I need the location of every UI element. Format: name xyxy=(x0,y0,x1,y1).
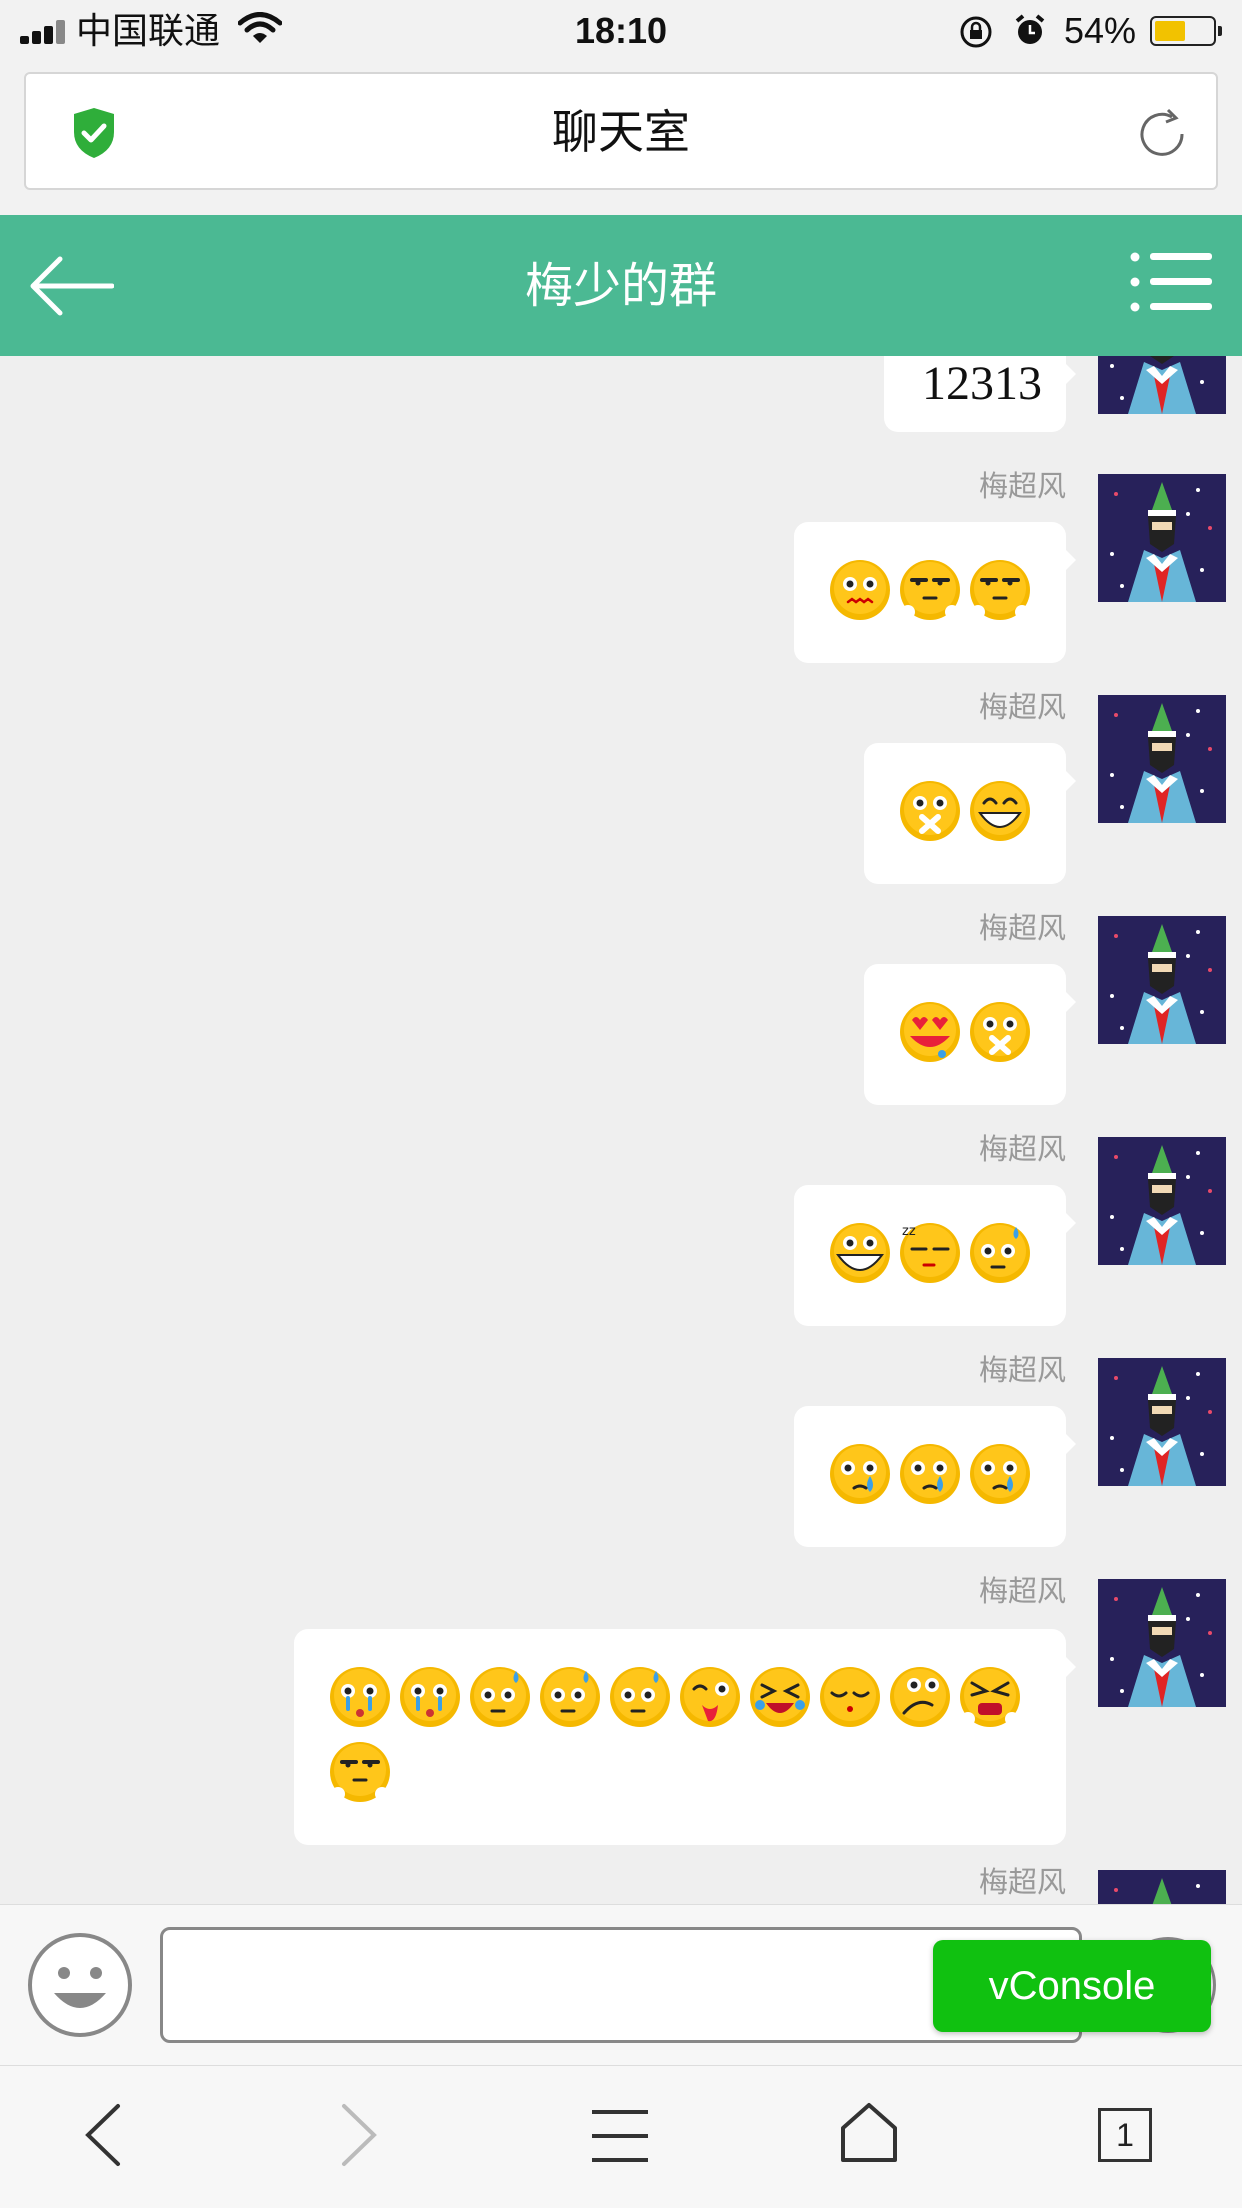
menu-icon[interactable] xyxy=(1130,251,1212,313)
emoji-confused-icon xyxy=(888,1665,952,1734)
svg-text:zz: zz xyxy=(902,1224,916,1239)
sender-avatar[interactable] xyxy=(1098,1870,1226,1904)
emoji-sweat-icon xyxy=(538,1665,602,1734)
emoji-sweat-icon xyxy=(968,1221,1032,1290)
sender-name: 梅超风 xyxy=(978,1355,1066,1387)
chat-message-list[interactable]: 12313 梅超风 梅超风 梅超风 梅超风 zz 梅超风 梅超风 梅超风 xyxy=(0,356,1242,1904)
sender-avatar[interactable] xyxy=(1098,1137,1226,1265)
back-icon[interactable] xyxy=(80,2100,126,2170)
group-title: 梅少的群 xyxy=(524,260,717,313)
page-title: 聊天室 xyxy=(552,106,690,158)
emoji-love-drool-icon xyxy=(898,1000,962,1069)
emoji-grin-big-icon xyxy=(828,1221,892,1290)
emoji-sleepy-icon: zz xyxy=(898,1221,962,1290)
emoji-tear-icon xyxy=(828,1442,892,1511)
sender-avatar[interactable] xyxy=(1098,1579,1226,1707)
message-bubble[interactable] xyxy=(794,1406,1076,1547)
emoji-row: zz xyxy=(794,1185,1066,1326)
emoji-row xyxy=(294,1629,1066,1845)
message-bubble[interactable]: zz xyxy=(794,1185,1076,1326)
sender-name: 梅超风 xyxy=(978,1134,1066,1166)
emoji-sweat-icon xyxy=(608,1665,672,1734)
sender-name: 梅超风 xyxy=(978,1576,1066,1608)
battery-icon xyxy=(1150,16,1222,46)
sender-name: 梅超风 xyxy=(978,1867,1066,1899)
emoji-row xyxy=(794,522,1066,663)
emoji-angry-icon xyxy=(958,1665,1022,1734)
emoji-grin-icon xyxy=(968,779,1032,848)
sender-avatar[interactable] xyxy=(1098,695,1226,823)
sender-name: 梅超风 xyxy=(978,692,1066,724)
browser-address-bar: 聊天室 xyxy=(0,62,1242,215)
emoji-row xyxy=(794,1406,1066,1547)
clock: 18:10 xyxy=(574,10,668,51)
menu-icon[interactable] xyxy=(590,2108,650,2164)
message-bubble[interactable]: 12313 xyxy=(884,356,1076,432)
emoji-shush-icon xyxy=(968,1000,1032,1069)
emoji-shush-icon xyxy=(898,779,962,848)
chat-header: 梅少的群 xyxy=(0,215,1242,356)
emoji-smug-icon xyxy=(898,558,962,627)
battery-percent: 54% xyxy=(1064,10,1137,51)
sender-avatar[interactable] xyxy=(1098,356,1226,414)
reload-icon[interactable] xyxy=(1132,104,1192,164)
message-bubble[interactable] xyxy=(794,522,1076,663)
status-bar: 中国联通 18:10 54% xyxy=(0,0,1242,62)
emoji-squint-icon xyxy=(818,1665,882,1734)
emoji-tear-icon xyxy=(898,1442,962,1511)
emoji-cry-icon xyxy=(398,1665,462,1734)
sender-avatar[interactable] xyxy=(1098,474,1226,602)
emoji-row xyxy=(864,743,1066,884)
tabs-icon[interactable]: 1 xyxy=(1098,2108,1152,2162)
sender-avatar[interactable] xyxy=(1098,1358,1226,1486)
browser-toolbar: 1 xyxy=(0,2066,1242,2208)
sender-name: 梅超风 xyxy=(978,471,1066,503)
home-icon[interactable] xyxy=(840,2102,898,2164)
smiley-icon[interactable] xyxy=(26,1931,134,2039)
emoji-sweat-icon xyxy=(468,1665,532,1734)
rotation-lock-icon xyxy=(960,16,992,48)
message-text: 12313 xyxy=(922,357,1042,410)
forward-icon[interactable] xyxy=(336,2100,382,2170)
sender-name: 梅超风 xyxy=(978,913,1066,945)
vconsole-button[interactable]: vConsole xyxy=(933,1940,1211,2032)
emoji-nervous-icon xyxy=(828,558,892,627)
message-bubble[interactable] xyxy=(864,743,1076,884)
emoji-laugh-cry-icon xyxy=(748,1665,812,1734)
url-field[interactable]: 聊天室 xyxy=(24,72,1218,190)
alarm-icon xyxy=(1015,14,1045,44)
sender-avatar[interactable] xyxy=(1098,916,1226,1044)
message-bubble[interactable] xyxy=(294,1629,1076,1845)
emoji-cry-icon xyxy=(328,1665,392,1734)
emoji-tear-icon xyxy=(968,1442,1032,1511)
emoji-row xyxy=(864,964,1066,1105)
emoji-smug-icon xyxy=(328,1740,392,1809)
emoji-wink-tongue-icon xyxy=(678,1665,742,1734)
message-bubble[interactable] xyxy=(864,964,1076,1105)
emoji-smug-icon xyxy=(968,558,1032,627)
